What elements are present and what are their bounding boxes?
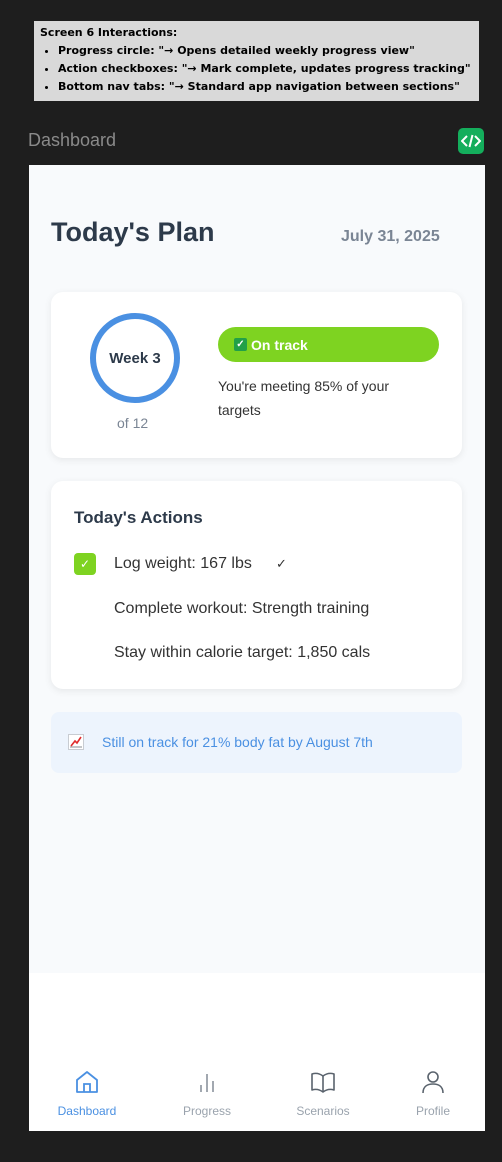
annotation-list: Progress circle: "→ Opens detailed weekl…	[40, 44, 473, 93]
page-title: Today's Plan	[51, 217, 215, 247]
goal-banner: Still on track for 21% body fat by Augus…	[51, 712, 462, 773]
chart-increasing-icon	[68, 734, 84, 750]
action-checkbox-log-weight[interactable]: ✓	[74, 553, 96, 575]
week-label: Week 3	[109, 349, 161, 367]
app-screen: Today's Plan July 31, 2025 Week 3 of 12 …	[29, 165, 485, 1131]
check-box-icon: ✓	[234, 338, 247, 351]
nav-tab-label: Progress	[182, 1104, 232, 1118]
nav-tab-label: Scenarios	[296, 1104, 350, 1118]
nav-tab-label: Dashboard	[57, 1104, 117, 1118]
book-icon	[311, 1072, 335, 1093]
action-item-workout[interactable]: Complete workout: Strength training	[114, 600, 369, 618]
checkmark-icon: ✓	[79, 557, 91, 571]
page-date: July 31, 2025	[341, 228, 440, 245]
annotation-title: Screen 6 Interactions:	[40, 26, 178, 39]
code-view-button[interactable]	[458, 128, 484, 154]
home-icon	[76, 1071, 98, 1093]
actions-title: Today's Actions	[74, 508, 203, 527]
status-badge-label: On track	[251, 336, 308, 353]
nav-tab-progress[interactable]: Progress	[162, 1068, 252, 1118]
nav-tab-scenarios[interactable]: Scenarios	[278, 1068, 368, 1118]
annotation-item: Action checkboxes: "→ Mark complete, upd…	[58, 62, 473, 75]
frame-label: Dashboard	[28, 130, 117, 150]
week-total: of 12	[117, 415, 149, 431]
status-badge: ✓ On track	[218, 327, 439, 362]
nav-tab-dashboard[interactable]: Dashboard	[42, 1068, 132, 1118]
goal-banner-text: Still on track for 21% body fat by Augus…	[102, 734, 373, 750]
action-item-log-weight[interactable]: Log weight: 167 lbs	[114, 555, 252, 573]
bar-chart-icon	[200, 1074, 214, 1092]
annotation-item: Progress circle: "→ Opens detailed weekl…	[58, 44, 473, 57]
progress-summary: You're meeting 85% of your targets	[218, 378, 390, 418]
nav-tab-label: Profile	[415, 1104, 450, 1118]
action-item-calories[interactable]: Stay within calorie target: 1,850 cals	[114, 644, 370, 662]
progress-circle[interactable]: Week 3	[90, 313, 180, 403]
completed-check-icon: ✓	[276, 556, 287, 571]
code-icon	[461, 134, 481, 148]
dashboard-content: Today's Plan July 31, 2025 Week 3 of 12 …	[29, 165, 485, 973]
nav-tab-profile[interactable]: Profile	[388, 1068, 478, 1118]
annotation-note: Screen 6 Interactions: Progress circle: …	[34, 21, 479, 101]
user-icon	[422, 1071, 444, 1094]
annotation-item: Bottom nav tabs: "→ Standard app navigat…	[58, 80, 473, 93]
